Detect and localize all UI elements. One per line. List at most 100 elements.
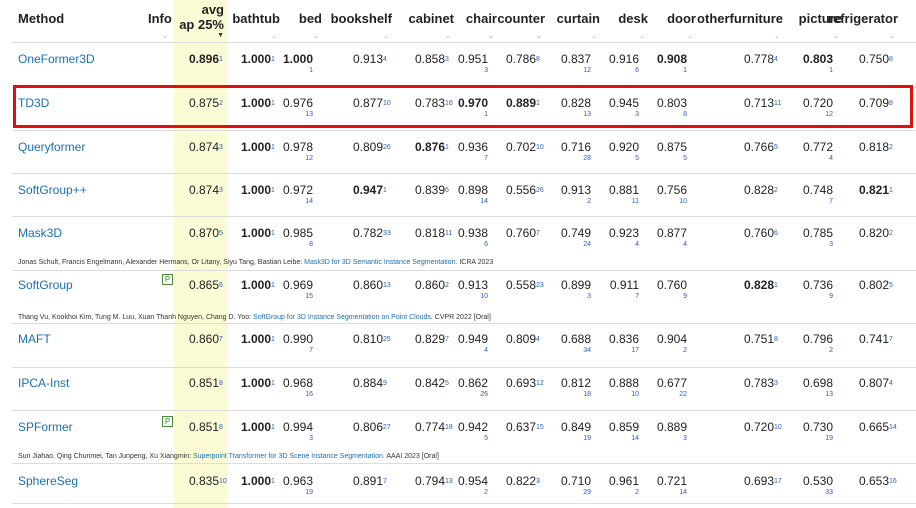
citation-paper-link[interactable]: Superpoint Transformer for 3D Scene Inst… bbox=[193, 453, 385, 460]
table-cell: 0.677 22 bbox=[626, 376, 696, 406]
rank-link[interactable]: 2 bbox=[888, 230, 898, 238]
rank-link[interactable]: 8 bbox=[309, 241, 313, 249]
row-divider bbox=[12, 173, 916, 174]
table-cell: 0.875 5 bbox=[626, 140, 696, 170]
rank-link[interactable]: 5 bbox=[888, 282, 898, 290]
sort-icon[interactable]: ⌄ bbox=[889, 33, 895, 40]
sort-icon[interactable]: ⌄ bbox=[774, 33, 780, 40]
sort-icon[interactable]: ⌄ bbox=[162, 33, 168, 40]
sort-icon[interactable]: ⌄ bbox=[639, 33, 645, 40]
table-cell: 0.978 12 bbox=[252, 140, 322, 170]
column-header-otherfurniture[interactable]: otherfurniture bbox=[697, 12, 783, 26]
sort-desc-icon[interactable]: ▼ bbox=[174, 32, 228, 39]
rank-link[interactable]: 8 bbox=[683, 111, 687, 119]
rank-link[interactable]: 1 bbox=[309, 67, 313, 75]
cell-value: 0.860 bbox=[352, 278, 383, 292]
rank-link[interactable]: 8 bbox=[888, 100, 898, 108]
rank-link[interactable]: 7 bbox=[309, 347, 313, 355]
method-link[interactable]: OneFormer3D bbox=[18, 52, 95, 66]
column-header-bathtub[interactable]: bathtub bbox=[232, 12, 280, 26]
method-link[interactable]: SphereSeg bbox=[18, 474, 78, 488]
column-header-bed[interactable]: bed bbox=[299, 12, 322, 26]
column-header-door[interactable]: door bbox=[667, 12, 696, 26]
method-link[interactable]: SoftGroup++ bbox=[18, 183, 87, 197]
rank-link[interactable]: 2 bbox=[888, 144, 898, 152]
column-header-avg[interactable]: avg ap 25% ▼ bbox=[174, 2, 228, 39]
column-header-chair[interactable]: chair bbox=[466, 12, 497, 26]
cell-value: 0.693 bbox=[743, 474, 774, 488]
cell-value: 0.713 bbox=[743, 96, 774, 110]
table-cell: 0.877 4 bbox=[626, 226, 696, 256]
row-divider bbox=[12, 410, 916, 411]
citation-text: Jonas Schult, Francis Engelmann, Alexand… bbox=[18, 258, 493, 267]
rank-link[interactable]: 5 bbox=[683, 155, 687, 163]
cell-value: 0.913 bbox=[352, 52, 383, 66]
rank-link[interactable]: 1 bbox=[888, 187, 898, 195]
sort-icon[interactable]: ⌄ bbox=[313, 33, 319, 40]
rank-link[interactable]: 14 bbox=[305, 198, 313, 206]
cell-value: 0.828 bbox=[743, 183, 774, 197]
cell-value: 0.760 bbox=[656, 278, 687, 292]
cell-value: 0.904 bbox=[656, 332, 687, 346]
table-cell: 0.884 9 bbox=[322, 376, 392, 406]
rank-link[interactable]: 15 bbox=[305, 293, 313, 301]
method-link[interactable]: SoftGroup bbox=[18, 278, 73, 292]
cell-value: 0.756 bbox=[656, 183, 687, 197]
sort-icon[interactable]: ⌄ bbox=[383, 33, 389, 40]
rank-link[interactable]: 8 bbox=[888, 56, 898, 64]
table-cell: 0.860 13 bbox=[322, 278, 392, 308]
column-header-bookshelf[interactable]: bookshelf bbox=[331, 12, 392, 26]
rank-link[interactable]: 16 bbox=[888, 478, 898, 486]
method-link[interactable]: SPFormer bbox=[18, 420, 73, 434]
rank-link[interactable]: 3 bbox=[683, 435, 687, 443]
cell-value: 0.720 bbox=[743, 420, 774, 434]
sort-icon[interactable]: ⌄ bbox=[445, 33, 451, 40]
sort-icon[interactable]: ⌄ bbox=[591, 33, 597, 40]
column-header-curtain[interactable]: curtain bbox=[557, 12, 600, 26]
method-link[interactable]: IPCA-Inst bbox=[18, 376, 69, 390]
column-header-cabinet[interactable]: cabinet bbox=[408, 12, 454, 26]
sort-icon[interactable]: ⌄ bbox=[271, 33, 277, 40]
cell-value: 0.994 bbox=[282, 420, 313, 434]
rank-link[interactable]: 12 bbox=[305, 155, 313, 163]
table-cell: 0.908 1 bbox=[626, 52, 696, 82]
table-cell: 0.889 3 bbox=[626, 420, 696, 450]
citation-paper-link[interactable]: SoftGroup for 3D Instance Segmentation o… bbox=[253, 314, 433, 321]
method-link[interactable]: Mask3D bbox=[18, 226, 62, 240]
sort-icon[interactable]: ⌄ bbox=[833, 33, 839, 40]
sort-icon[interactable]: ⌄ bbox=[687, 33, 693, 40]
column-header-refrigerator[interactable]: refrigerator bbox=[828, 12, 898, 26]
method-link[interactable]: Queryformer bbox=[18, 140, 85, 154]
rank-link[interactable]: 7 bbox=[888, 336, 898, 344]
column-header-info[interactable]: Info bbox=[148, 12, 172, 26]
method-link[interactable]: MAFT bbox=[18, 332, 51, 346]
rank-link[interactable]: 19 bbox=[305, 489, 313, 497]
rank-link[interactable]: 4 bbox=[683, 241, 687, 249]
rank-link[interactable]: 10 bbox=[679, 198, 687, 206]
rank-link[interactable]: 3 bbox=[309, 435, 313, 443]
rank-link[interactable]: 16 bbox=[305, 391, 313, 399]
rank-link[interactable]: 1 bbox=[683, 67, 687, 75]
rank-link[interactable]: 14 bbox=[888, 424, 898, 432]
cell-value: 0.968 bbox=[282, 376, 313, 390]
rank-link[interactable]: 22 bbox=[679, 391, 687, 399]
citation-paper-link[interactable]: Mask3D for 3D Semantic Instance Segmenta… bbox=[304, 259, 457, 266]
column-header-method[interactable]: Method bbox=[18, 12, 64, 26]
sort-icon[interactable]: ⌄ bbox=[488, 33, 494, 40]
rank-link[interactable]: 9 bbox=[683, 293, 687, 301]
cell-value: 0.778 bbox=[743, 52, 774, 66]
citation-venue: ICRA 2023 bbox=[457, 259, 494, 266]
table-cell: 0.985 8 bbox=[252, 226, 322, 256]
sort-icon[interactable]: ⌄ bbox=[536, 33, 542, 40]
rank-link[interactable]: 2 bbox=[683, 347, 687, 355]
method-link[interactable]: TD3D bbox=[18, 96, 49, 110]
column-header-counter[interactable]: counter bbox=[497, 12, 545, 26]
table-cell: 0.969 15 bbox=[252, 278, 322, 308]
cell-value: 0.821 bbox=[858, 183, 889, 197]
rank-link[interactable]: 14 bbox=[679, 489, 687, 497]
rank-link[interactable]: 4 bbox=[888, 380, 898, 388]
column-header-desk[interactable]: desk bbox=[618, 12, 648, 26]
table-cell: 0.807 4 bbox=[828, 376, 898, 406]
table-cell: 0.782 33 bbox=[322, 226, 392, 256]
rank-link[interactable]: 13 bbox=[305, 111, 313, 119]
